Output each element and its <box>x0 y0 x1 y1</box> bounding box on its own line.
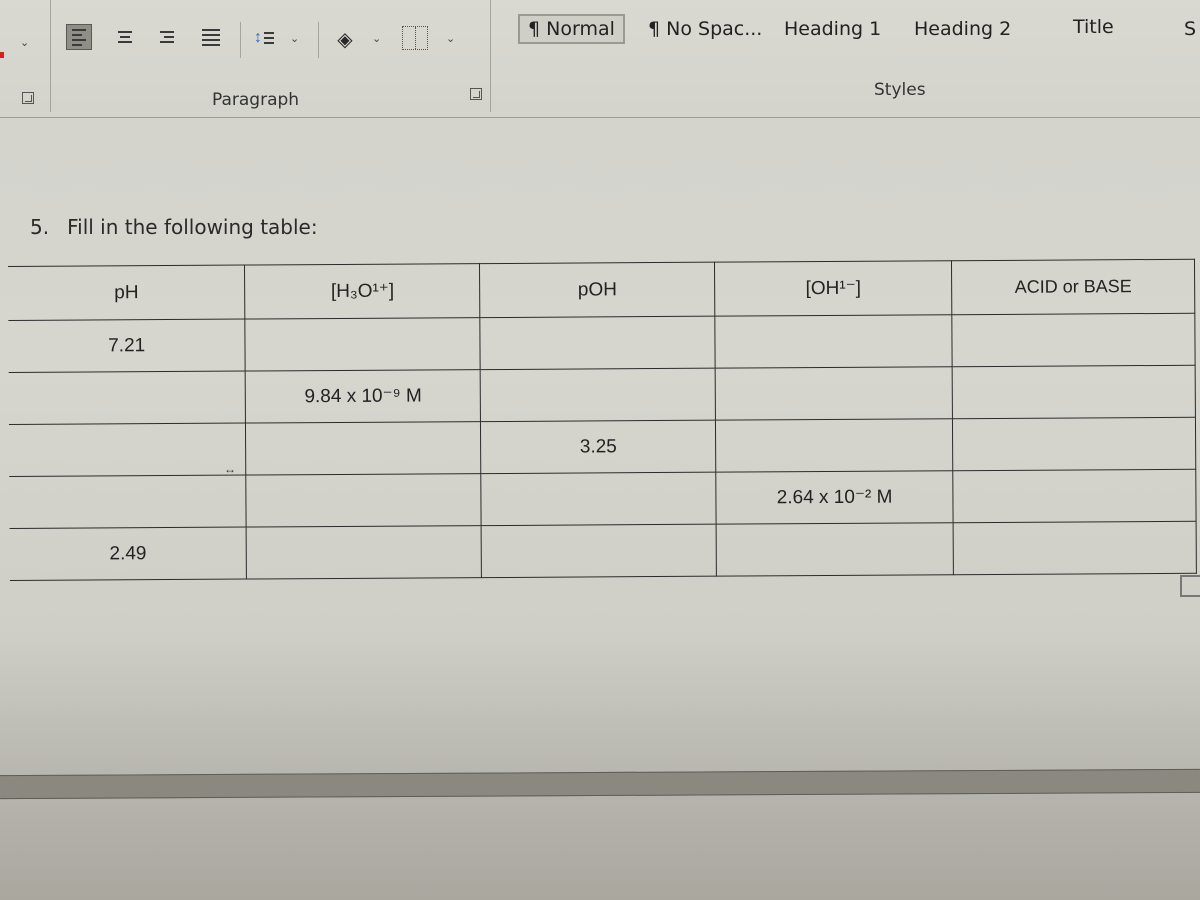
table-cell[interactable]: 9.84 x 10⁻⁹ M <box>245 369 481 424</box>
align-center-button[interactable] <box>112 24 138 50</box>
table-cell[interactable] <box>480 368 716 422</box>
paragraph-group-label: Paragraph <box>212 90 300 110</box>
shading-chevron-icon[interactable]: ⌄ <box>372 32 381 45</box>
table-cell[interactable] <box>715 418 953 473</box>
table-header-row: pH [H₃O¹⁺] pOH [OH¹⁻] ACID or BASE <box>8 259 1195 321</box>
table-cell[interactable] <box>8 423 247 477</box>
font-dialog-launcher-icon[interactable] <box>22 92 34 104</box>
divider <box>318 22 319 58</box>
borders-chevron-icon[interactable]: ⌄ <box>446 32 455 45</box>
table-resize-handle[interactable] <box>1180 575 1200 597</box>
table-cell[interactable]: 3.25 <box>480 420 716 474</box>
style-no-spacing[interactable]: ¶ No Spac... <box>648 18 762 40</box>
table-cell[interactable] <box>952 469 1197 523</box>
table-cell[interactable] <box>481 524 717 578</box>
table-cell[interactable] <box>245 421 482 476</box>
align-center-icon <box>118 31 132 43</box>
table-cell[interactable] <box>953 521 1197 575</box>
header-ph[interactable]: pH <box>8 265 246 321</box>
justify-icon <box>202 28 220 46</box>
group-separator <box>490 0 491 112</box>
table-cell[interactable] <box>480 316 716 370</box>
ph-table: pH [H₃O¹⁺] pOH [OH¹⁻] ACID or BASE 7.21 … <box>8 259 1197 581</box>
table-cell[interactable] <box>952 417 1196 471</box>
align-left-button[interactable] <box>66 24 92 50</box>
table-row: 7.21 <box>8 313 1196 373</box>
style-normal[interactable]: ¶ Normal <box>518 14 625 44</box>
question-text: Fill in the following table: <box>67 215 318 239</box>
table-cell[interactable]: 7.21 <box>8 319 246 373</box>
header-h3o[interactable]: [H₃O¹⁺] <box>244 263 481 320</box>
table-cell[interactable] <box>952 365 1196 419</box>
table-cell[interactable] <box>246 525 482 580</box>
header-acid-or-base[interactable]: ACID or BASE <box>951 259 1195 315</box>
borders-button[interactable] <box>402 26 428 50</box>
ribbon: ⌄ ↕ ⌄ ◈ ⌄ ⌄ Paragraph ¶ Normal ¶ No Spac… <box>0 0 1200 118</box>
table-row: 9.84 x 10⁻⁹ M <box>8 365 1196 425</box>
table-cell[interactable] <box>481 472 717 526</box>
shading-icon: ◈ <box>337 28 353 51</box>
header-poh[interactable]: pOH <box>479 262 716 318</box>
align-left-icon <box>72 28 86 46</box>
header-oh[interactable]: [OH¹⁻] <box>714 260 952 317</box>
table-cell[interactable] <box>715 366 953 421</box>
group-separator <box>50 0 51 112</box>
justify-button[interactable] <box>198 24 224 50</box>
line-spacing-icon: ↕ <box>254 29 262 46</box>
styles-group-label: Styles <box>874 80 926 100</box>
table-cell[interactable] <box>8 371 246 425</box>
table-cell[interactable]: 2.64 x 10⁻² M <box>715 470 954 525</box>
style-heading-2[interactable]: Heading 2 <box>914 18 1011 40</box>
font-color-indicator <box>0 52 4 58</box>
line-spacing-chevron-icon[interactable]: ⌄ <box>290 32 299 45</box>
line-spacing-lines <box>264 32 274 44</box>
table-cell[interactable] <box>951 313 1196 367</box>
align-right-button[interactable] <box>154 24 180 50</box>
column-resize-cursor-icon: ↔ <box>224 462 236 476</box>
table-cell[interactable] <box>245 317 481 372</box>
table-row: 2.49 <box>9 521 1197 581</box>
table-row: 3.25 <box>8 417 1196 477</box>
align-right-icon <box>160 31 174 43</box>
screen-bezel-band <box>0 768 1200 800</box>
table-cell[interactable] <box>715 314 953 369</box>
table-cell[interactable] <box>716 522 954 577</box>
line-spacing-button[interactable]: ↕ <box>250 26 278 50</box>
table-cell[interactable]: 2.49 <box>9 527 247 581</box>
divider <box>240 22 241 58</box>
borders-icon <box>414 27 416 49</box>
table-cell[interactable] <box>246 473 482 528</box>
table-row: 2.64 x 10⁻² M <box>9 469 1197 529</box>
style-heading-1[interactable]: Heading 1 <box>784 18 881 40</box>
chevron-down-icon[interactable]: ⌄ <box>20 36 29 49</box>
question-number: 5. <box>30 215 50 239</box>
style-title[interactable]: Title <box>1073 16 1114 38</box>
shading-button[interactable]: ◈ <box>330 24 360 54</box>
table-cell[interactable] <box>9 475 247 529</box>
style-subtitle[interactable]: S <box>1184 18 1196 40</box>
paragraph-dialog-launcher-icon[interactable] <box>470 88 482 100</box>
question: 5. Fill in the following table: <box>30 215 318 239</box>
